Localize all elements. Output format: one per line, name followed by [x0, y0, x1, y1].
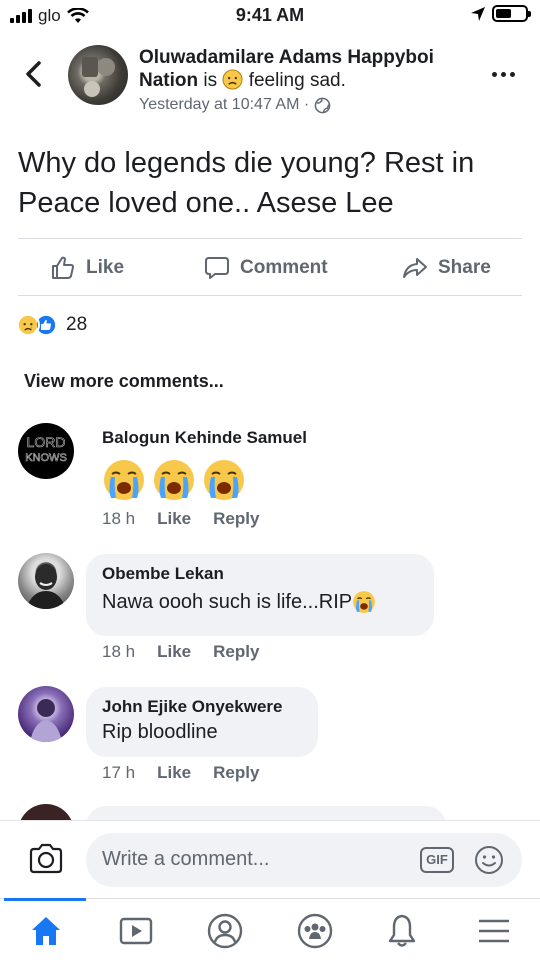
comment-avatar[interactable]: LORD KNOWS — [18, 423, 74, 479]
home-icon[interactable] — [26, 911, 66, 951]
more-options-icon[interactable] — [488, 64, 518, 84]
comment-bubble[interactable]: John Ejike Onyekwere Rip bloodline — [86, 687, 318, 757]
crying-face-icon — [204, 460, 244, 500]
post-body: Why do legends die young? Rest in Peace … — [18, 147, 475, 219]
status-time: 9:41 AM — [235, 5, 305, 25]
reaction-summary[interactable]: 28 — [16, 313, 87, 337]
share-label: Share — [438, 256, 491, 278]
comment-label: Comment — [240, 256, 328, 278]
comment-input-placeholder: Write a comment... — [102, 848, 270, 870]
video-icon[interactable] — [116, 911, 156, 951]
back-chevron-icon[interactable] — [20, 58, 48, 90]
like-label: Like — [86, 256, 125, 278]
comment-1: Balogun Kehinde Samuel — [102, 428, 307, 502]
comment-bubble-icon — [205, 256, 229, 279]
post-author-line: Oluwadamilare Adams Happyboi Nation is f… — [139, 46, 479, 92]
post-feeling: feeling sad. — [248, 70, 346, 91]
avatar-image — [30, 699, 62, 742]
status-bar: glo 9:41 AM — [0, 0, 540, 32]
post-actions: Like Comment Share — [18, 240, 522, 295]
post-timestamp[interactable]: Yesterday at 10:47 AM · — [139, 96, 309, 114]
notifications-icon[interactable] — [382, 911, 422, 951]
post-author-avatar[interactable] — [68, 45, 128, 105]
comment-time: 18 h — [102, 509, 136, 528]
gif-button[interactable]: GIF — [420, 847, 454, 873]
comment-text-row: Nawa oooh such is life...RIP — [102, 590, 418, 614]
comment-composer: Write a comment... GIF — [0, 820, 540, 898]
sad-face-icon — [222, 69, 243, 90]
comment-reply-button[interactable]: Reply — [213, 763, 259, 783]
comment-meta: 18 h Like Reply — [102, 509, 259, 529]
camera-icon[interactable] — [28, 843, 64, 875]
avatar-image — [82, 57, 115, 97]
comment-reply-button[interactable]: Reply — [213, 642, 259, 662]
comment-like-button[interactable]: Like — [157, 642, 191, 662]
comment-text: Nawa oooh such is life...RIP — [102, 590, 353, 613]
comment-like-button[interactable]: Like — [157, 763, 191, 783]
comment-avatar[interactable] — [18, 553, 74, 609]
globe-icon — [314, 97, 331, 113]
comment-author[interactable]: Balogun Kehinde Samuel — [102, 428, 307, 448]
comment-avatar[interactable] — [18, 686, 74, 742]
divider-bottom — [18, 295, 522, 296]
comment-time: 17 h — [102, 763, 136, 782]
svg-text:KNOWS: KNOWS — [25, 452, 67, 464]
share-arrow-icon — [403, 257, 427, 278]
groups-icon[interactable] — [295, 911, 335, 951]
profile-icon[interactable] — [205, 911, 245, 951]
lord-knows-logo: LORD KNOWS — [25, 434, 67, 465]
comment-meta: 18 h Like Reply — [102, 642, 259, 662]
battery-icon — [492, 5, 531, 22]
comment-button[interactable]: Comment — [204, 255, 328, 281]
divider-top — [18, 238, 522, 239]
post-meta: Yesterday at 10:47 AM · — [139, 96, 331, 114]
thumbs-up-icon — [52, 256, 74, 279]
location-arrow-icon — [471, 6, 485, 21]
crying-face-icon — [104, 460, 144, 500]
menu-icon[interactable] — [474, 911, 514, 951]
comment-meta: 17 h Like Reply — [102, 763, 259, 783]
sad-reaction-icon — [16, 313, 40, 337]
like-button[interactable]: Like — [50, 255, 124, 281]
crying-face-icon — [154, 460, 194, 500]
post-is-text: is — [203, 70, 218, 91]
svg-text:LORD: LORD — [27, 434, 66, 450]
comment-like-button[interactable]: Like — [157, 509, 191, 529]
status-right — [470, 5, 531, 22]
avatar-image — [26, 564, 66, 609]
reaction-count: 28 — [66, 314, 88, 335]
comment-input[interactable]: Write a comment... GIF — [86, 833, 522, 887]
bottom-tab-bar — [0, 898, 540, 960]
comment-text: Rip bloodline — [102, 721, 218, 743]
comment-emoji-row — [102, 458, 307, 502]
comment-bubble[interactable]: Obembe Lekan Nawa oooh such is life...RI… — [86, 554, 434, 636]
comment-author[interactable]: John Ejike Onyekwere — [102, 697, 302, 717]
active-tab-indicator — [4, 898, 86, 901]
view-more-comments-link[interactable]: View more comments... — [24, 371, 224, 392]
comment-time: 18 h — [102, 642, 136, 661]
share-button[interactable]: Share — [402, 255, 491, 281]
comment-author[interactable]: Obembe Lekan — [102, 564, 418, 584]
comment-reply-button[interactable]: Reply — [213, 509, 259, 529]
crying-face-icon — [353, 591, 376, 613]
emoji-smile-icon[interactable] — [474, 845, 504, 875]
